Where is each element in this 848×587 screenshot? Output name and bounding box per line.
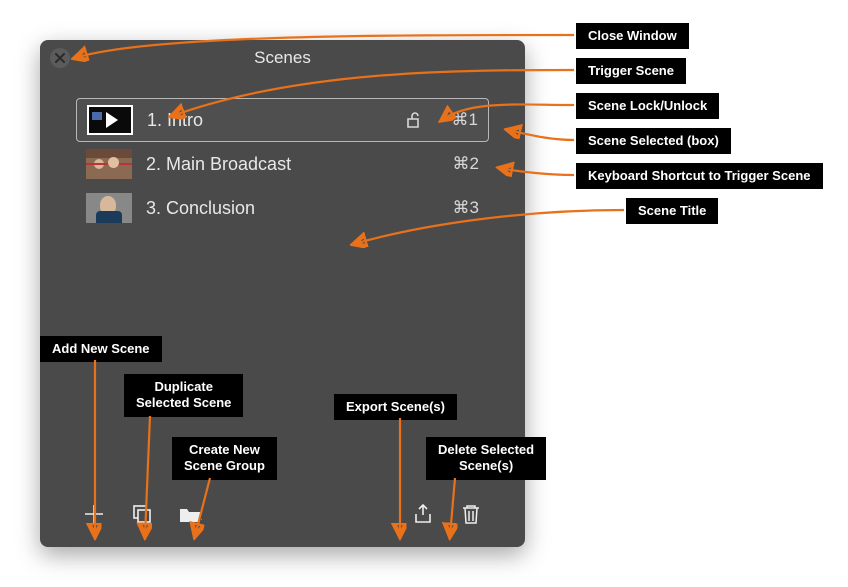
anno-selected: Scene Selected (box) (576, 128, 731, 154)
new-scene-group-button[interactable]: + (176, 500, 204, 528)
scene-title: 3. Conclusion (146, 198, 389, 219)
scene-row[interactable]: 2. Main Broadcast ⌘2 (76, 142, 489, 186)
trash-icon (459, 502, 483, 526)
duplicate-scene-button[interactable] (128, 500, 156, 528)
scene-thumbnail[interactable] (86, 193, 132, 223)
anno-group: Create New Scene Group (172, 437, 277, 480)
plus-icon (82, 502, 106, 526)
anno-close: Close Window (576, 23, 689, 49)
anno-duplicate: Duplicate Selected Scene (124, 374, 243, 417)
anno-shortcut: Keyboard Shortcut to Trigger Scene (576, 163, 823, 189)
anno-title: Scene Title (626, 198, 718, 224)
anno-delete: Delete Selected Scene(s) (426, 437, 546, 480)
scene-row[interactable]: 1. Intro ⌘1 (76, 98, 489, 142)
add-scene-button[interactable] (80, 500, 108, 528)
svg-text:+: + (201, 515, 202, 526)
scene-thumbnail[interactable] (86, 149, 132, 179)
folder-plus-icon: + (178, 502, 202, 526)
anno-trigger: Trigger Scene (576, 58, 686, 84)
scene-row[interactable]: 3. Conclusion ⌘3 (76, 186, 489, 230)
lock-button[interactable] (402, 111, 424, 129)
titlebar: Scenes (40, 40, 525, 76)
close-icon (55, 53, 65, 63)
export-scene-button[interactable] (409, 500, 437, 528)
scene-shortcut: ⌘1 (438, 110, 478, 130)
panel-title: Scenes (40, 48, 525, 68)
close-button[interactable] (50, 48, 70, 68)
scene-title: 1. Intro (147, 110, 388, 131)
scene-list: 1. Intro ⌘1 2. Main Broadcast ⌘2 3. Conc… (40, 76, 525, 230)
delete-scene-button[interactable] (457, 500, 485, 528)
scene-shortcut: ⌘2 (439, 154, 479, 174)
anno-add: Add New Scene (40, 336, 162, 362)
anno-lock: Scene Lock/Unlock (576, 93, 719, 119)
scene-title: 2. Main Broadcast (146, 154, 389, 175)
duplicate-icon (130, 502, 154, 526)
anno-export: Export Scene(s) (334, 394, 457, 420)
export-icon (411, 502, 435, 526)
toolbar: + (40, 491, 525, 547)
unlock-icon (405, 111, 421, 129)
scene-shortcut: ⌘3 (439, 198, 479, 218)
scene-thumbnail[interactable] (87, 105, 133, 135)
